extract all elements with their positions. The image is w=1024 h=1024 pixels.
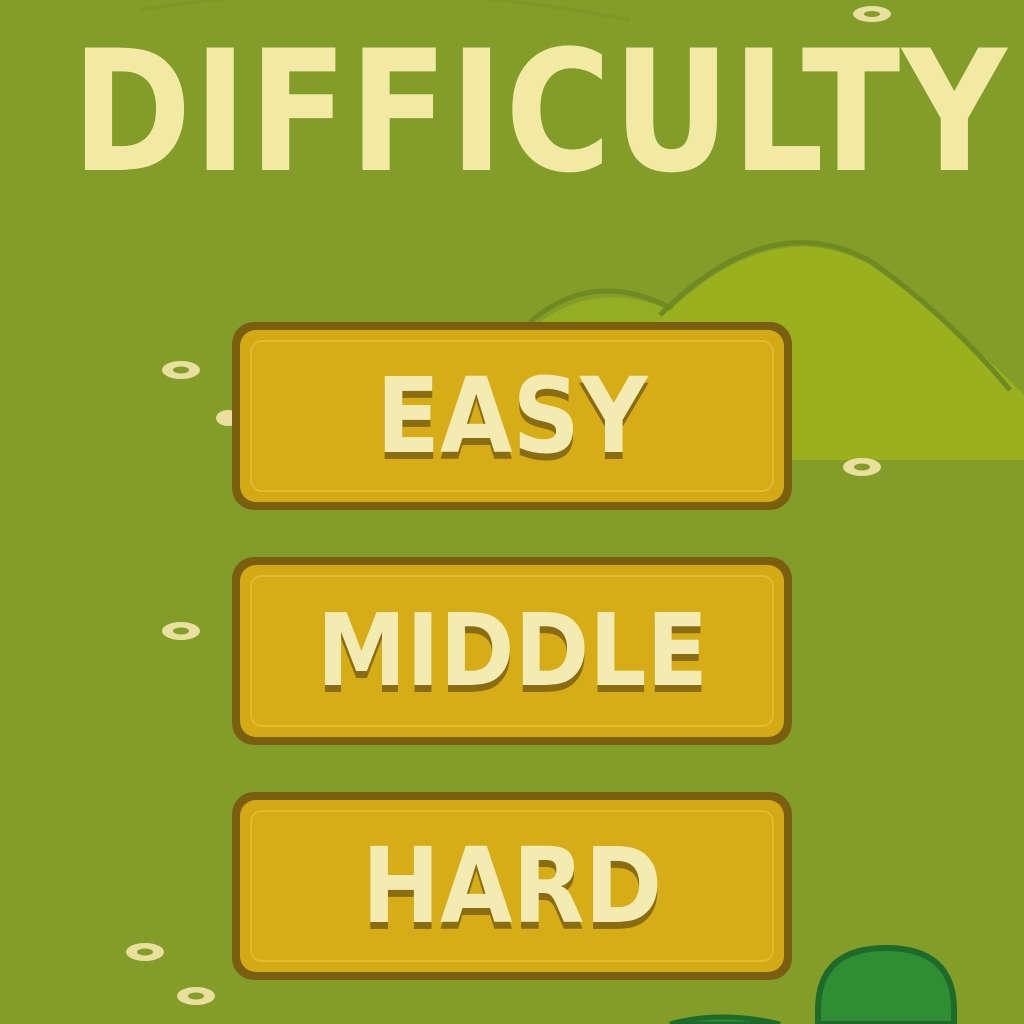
page-title: DIFFICULTY <box>71 14 1009 210</box>
bush <box>815 944 957 1024</box>
bush-small <box>669 1014 781 1024</box>
easy-button-face[interactable]: EASY <box>250 340 774 492</box>
easy-button[interactable]: EASY <box>232 322 792 510</box>
middle-button-frame[interactable]: MIDDLE <box>240 565 784 737</box>
hard-button-face[interactable]: HARD <box>250 810 774 962</box>
middle-button-label: MIDDLE <box>316 592 708 709</box>
hard-button-frame[interactable]: HARD <box>240 800 784 972</box>
hard-button-label: HARD <box>361 825 663 947</box>
easy-button-label: EASY <box>376 355 648 477</box>
easy-button-frame[interactable]: EASY <box>240 330 784 502</box>
hard-button[interactable]: HARD <box>232 792 792 980</box>
middle-button-face[interactable]: MIDDLE <box>250 575 774 727</box>
middle-button[interactable]: MIDDLE <box>232 557 792 745</box>
